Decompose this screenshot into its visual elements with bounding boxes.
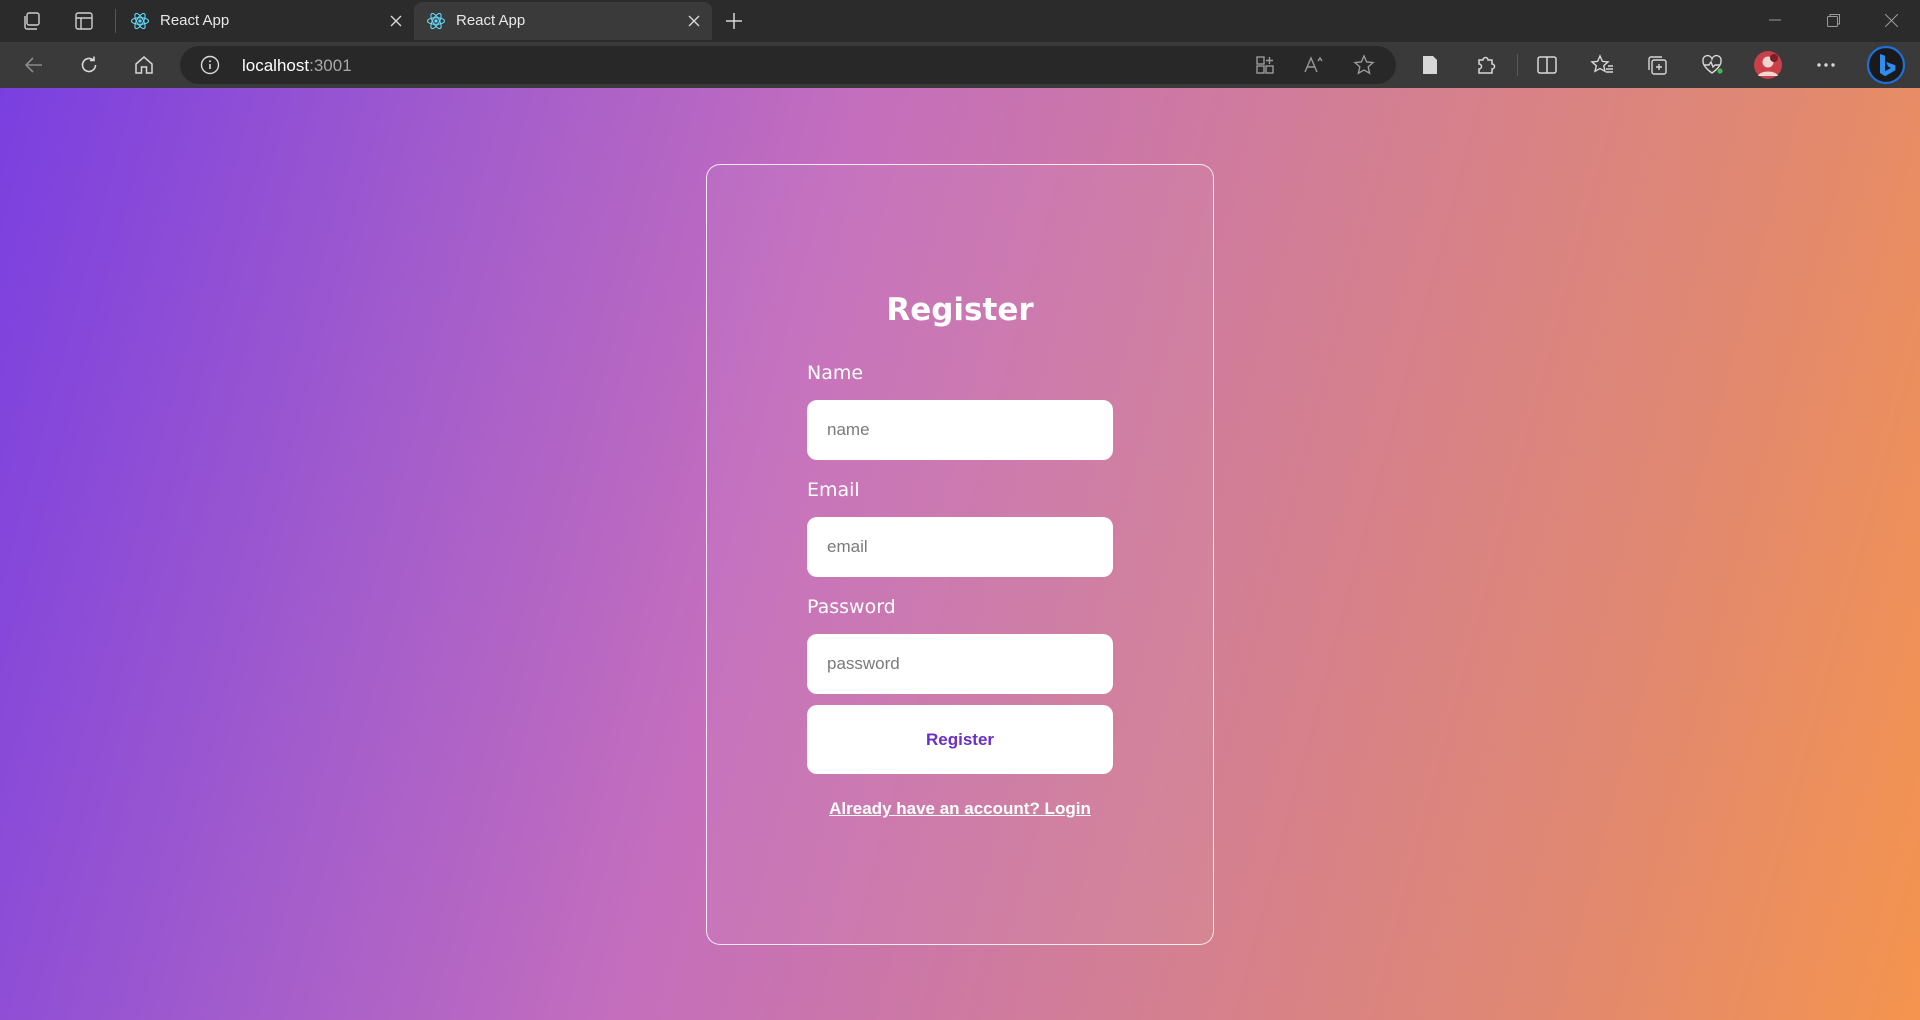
collections-icon[interactable] bbox=[1641, 49, 1673, 81]
favorites-icon[interactable] bbox=[1586, 49, 1618, 81]
url-host: localhost bbox=[242, 56, 310, 75]
refresh-icon[interactable] bbox=[73, 49, 105, 81]
info-icon[interactable] bbox=[200, 55, 220, 75]
workspaces-icon[interactable] bbox=[17, 6, 47, 36]
react-logo-icon bbox=[130, 12, 150, 30]
minimize-icon[interactable] bbox=[1752, 4, 1798, 36]
new-tab-icon[interactable] bbox=[719, 6, 749, 36]
email-label: Email bbox=[807, 479, 860, 501]
split-screen-icon[interactable] bbox=[1531, 49, 1563, 81]
tab-react-app-1[interactable]: React App bbox=[118, 2, 414, 40]
restore-icon[interactable] bbox=[1810, 4, 1856, 36]
password-input[interactable] bbox=[807, 634, 1113, 694]
url-text: localhost:3001 bbox=[242, 56, 352, 76]
tab-actions-icon[interactable] bbox=[69, 6, 99, 36]
password-label: Password bbox=[807, 596, 896, 618]
star-icon[interactable] bbox=[1348, 49, 1380, 81]
browser-tab-bar: React App React App bbox=[0, 0, 1920, 42]
close-window-icon[interactable] bbox=[1868, 4, 1914, 36]
register-title: Register bbox=[886, 292, 1034, 328]
home-icon[interactable] bbox=[128, 49, 160, 81]
login-link[interactable]: Already have an account? Login bbox=[707, 799, 1213, 819]
name-label: Name bbox=[807, 362, 864, 384]
register-button[interactable]: Register bbox=[807, 705, 1113, 774]
page-background: Register Name Email Password Register Al… bbox=[0, 88, 1920, 1020]
react-logo-icon bbox=[426, 12, 446, 30]
register-card: Register Name Email Password Register Al… bbox=[706, 164, 1214, 945]
name-input[interactable] bbox=[807, 400, 1113, 460]
heartbeat-icon[interactable] bbox=[1696, 49, 1728, 81]
bing-icon[interactable] bbox=[1866, 45, 1906, 85]
back-arrow-icon[interactable] bbox=[18, 49, 50, 81]
puzzle-icon[interactable] bbox=[1470, 49, 1502, 81]
tab-react-app-2[interactable]: React App bbox=[414, 2, 712, 40]
tab-title: React App bbox=[160, 12, 230, 29]
tab-title: React App bbox=[456, 12, 526, 29]
tab-separator bbox=[115, 9, 116, 33]
close-tab-icon[interactable] bbox=[384, 9, 408, 33]
app-available-icon[interactable] bbox=[1249, 49, 1281, 81]
address-bar[interactable]: localhost:3001 bbox=[180, 46, 1396, 84]
avatar[interactable] bbox=[1752, 49, 1784, 81]
url-port: :3001 bbox=[309, 56, 352, 75]
document-icon[interactable] bbox=[1414, 49, 1446, 81]
email-input[interactable] bbox=[807, 517, 1113, 577]
more-icon[interactable] bbox=[1810, 49, 1842, 81]
read-aloud-icon[interactable] bbox=[1298, 49, 1330, 81]
browser-toolbar: localhost:3001 bbox=[0, 42, 1920, 88]
close-tab-icon[interactable] bbox=[682, 9, 706, 33]
toolbar-divider bbox=[1517, 54, 1518, 76]
